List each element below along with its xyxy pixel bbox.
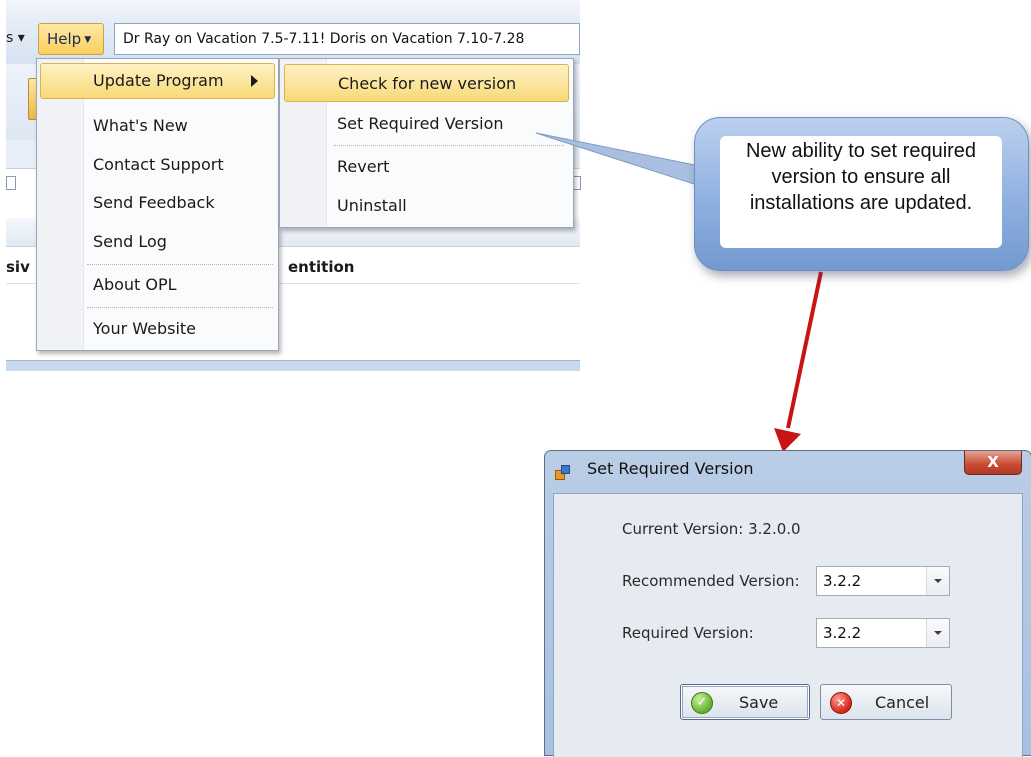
save-button[interactable]: ✓ Save xyxy=(680,684,810,720)
recommended-version-label: Recommended Version: xyxy=(622,572,800,590)
current-version-label: Current Version: 3.2.0.0 xyxy=(622,520,801,538)
menu-item-send-log[interactable]: Send Log xyxy=(93,232,167,251)
menu-item-your-website[interactable]: Your Website xyxy=(93,319,196,338)
submenu-item-set-required-version[interactable]: Set Required Version xyxy=(337,114,504,133)
menu-item-whats-new[interactable]: What's New xyxy=(93,116,188,135)
app-window-icon xyxy=(555,465,570,480)
recommended-version-value: 3.2.2 xyxy=(823,572,862,590)
cancel-button-label: Cancel xyxy=(875,693,930,712)
submenu-item-label: Check for new version xyxy=(338,74,517,93)
menu-item-contact-support[interactable]: Contact Support xyxy=(93,155,224,174)
red-arrow-line xyxy=(786,271,823,429)
menu-item-partial[interactable]: s ▾ xyxy=(6,30,25,46)
required-version-label: Required Version: xyxy=(622,624,754,642)
chevron-down-icon[interactable] xyxy=(926,619,949,647)
notice-ticker: Dr Ray on Vacation 7.5-7.11! Doris on Va… xyxy=(114,23,580,55)
menu-item-label: Update Program xyxy=(93,71,224,90)
submenu-item-check-new-version[interactable]: Check for new version xyxy=(284,64,569,102)
red-arrow-head xyxy=(774,428,801,452)
submenu-separator xyxy=(334,145,564,146)
window-bottom-border xyxy=(6,360,580,371)
close-button[interactable]: X xyxy=(964,451,1022,475)
required-version-value: 3.2.2 xyxy=(823,624,862,642)
menu-item-send-feedback[interactable]: Send Feedback xyxy=(93,193,215,212)
x-circle-icon: ✕ xyxy=(830,692,852,714)
set-required-version-dialog: Set Required Version X Current Version: … xyxy=(544,450,1031,757)
callout-text: New ability to set required version to e… xyxy=(745,140,977,214)
submenu-item-uninstall[interactable]: Uninstall xyxy=(337,196,407,215)
column-header-left[interactable]: siv xyxy=(6,258,30,276)
menu-icon-gutter xyxy=(37,59,84,350)
check-circle-icon: ✓ xyxy=(691,692,713,714)
help-dropdown-menu: Update Program What's New Contact Suppor… xyxy=(36,58,279,351)
checkbox-partial[interactable] xyxy=(6,176,16,190)
chevron-down-icon[interactable] xyxy=(926,567,949,595)
required-version-select[interactable]: 3.2.2 xyxy=(816,618,950,648)
help-menu-label: Help xyxy=(47,30,82,48)
recommended-version-select[interactable]: 3.2.2 xyxy=(816,566,950,596)
save-button-label: Save xyxy=(739,693,779,712)
help-menu-button[interactable]: Help ▼ xyxy=(38,23,104,55)
submenu-item-revert[interactable]: Revert xyxy=(337,157,389,176)
dialog-title: Set Required Version xyxy=(587,459,754,478)
dialog-body: Current Version: 3.2.0.0 Recommended Ver… xyxy=(553,493,1023,757)
menu-item-update-program[interactable]: Update Program xyxy=(40,63,275,99)
column-header-retention[interactable]: entition xyxy=(288,258,354,276)
checkbox-partial-right[interactable] xyxy=(573,176,581,190)
cancel-button[interactable]: ✕ Cancel xyxy=(820,684,952,720)
menu-separator xyxy=(87,264,273,265)
chevron-right-icon xyxy=(251,75,258,87)
menu-item-about-opl[interactable]: About OPL xyxy=(93,275,177,294)
menu-separator xyxy=(87,307,273,308)
chevron-down-icon: ▼ xyxy=(84,35,92,45)
title-strip xyxy=(6,0,580,16)
update-program-submenu: Check for new version Set Required Versi… xyxy=(279,58,574,228)
